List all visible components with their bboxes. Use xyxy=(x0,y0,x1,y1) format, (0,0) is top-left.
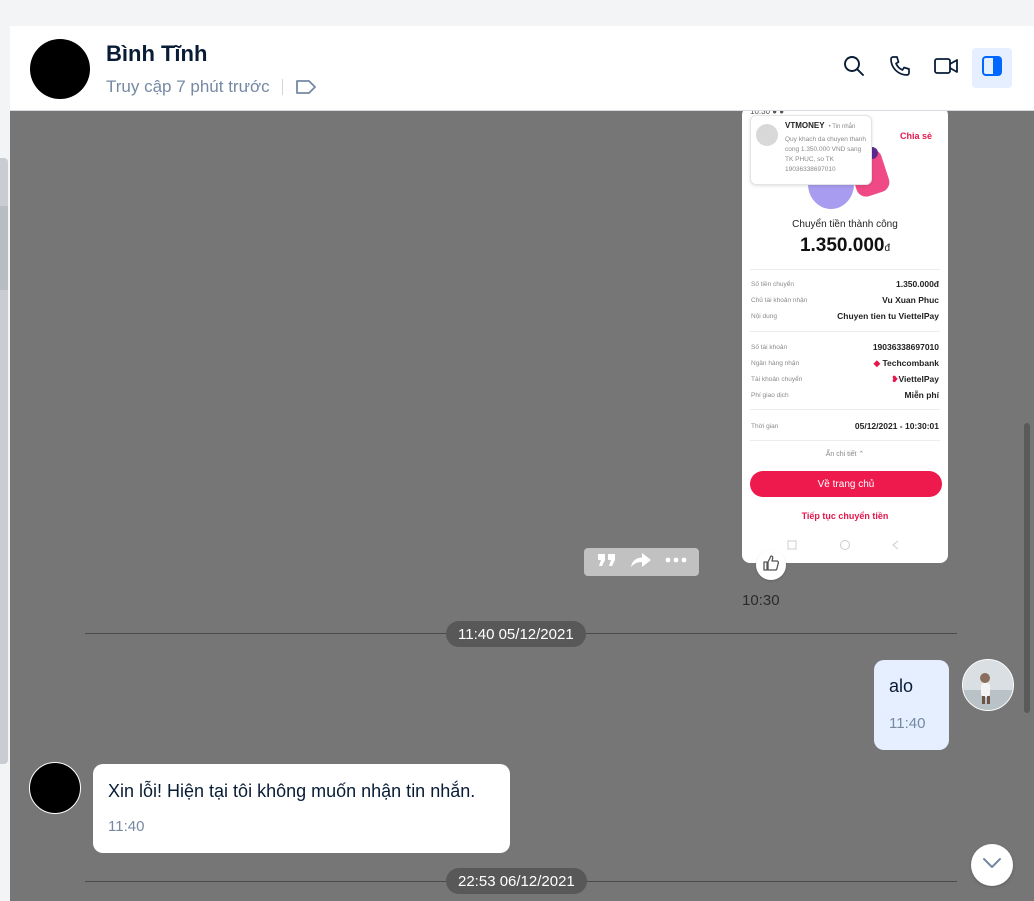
success-title: Chuyển tiền thành công xyxy=(792,219,898,230)
more-options-icon[interactable] xyxy=(665,551,687,574)
window-top-strip xyxy=(0,0,1034,26)
video-call-button[interactable] xyxy=(926,48,966,88)
receipt-divider xyxy=(750,331,940,332)
techcombank-value: ◆ Techcombank xyxy=(873,358,939,368)
their-message-bubble[interactable]: Xin lỗi! Hiện tại tôi không muốn nhận ti… xyxy=(93,764,510,853)
quote-reply-icon[interactable] xyxy=(596,551,618,574)
date-divider-1: 11:40 05/12/2021 xyxy=(446,621,586,647)
thumbs-up-icon xyxy=(762,554,780,577)
sidebar-toggle-icon xyxy=(980,54,1004,83)
header-actions xyxy=(828,48,1012,88)
chevron-down-icon xyxy=(982,856,1002,874)
receipt-row: Tài khoản chuyển ❥ViettelPay xyxy=(751,374,939,384)
status-separator xyxy=(281,79,283,95)
receipt-divider xyxy=(750,440,940,441)
home-button-in-image: Về trang chủ xyxy=(750,471,942,497)
receipt-row: Số tài khoản 19036338697010 xyxy=(751,342,939,352)
message-time: 11:40 xyxy=(889,715,926,732)
hide-details-link: Ẩn chi tiết ⌃ xyxy=(825,451,865,458)
date-divider-2: 22:53 06/12/2021 xyxy=(446,868,587,894)
search-button[interactable] xyxy=(834,48,874,88)
conversation-list-edge xyxy=(0,26,9,901)
receipt-row: Số tiền chuyển 1.350.000đ xyxy=(751,279,939,289)
last-seen-text: Truy cập 7 phút trước xyxy=(106,77,270,96)
my-message-bubble[interactable]: alo 11:40 xyxy=(874,660,949,750)
video-call-icon xyxy=(933,55,959,82)
message-text: alo xyxy=(889,676,914,696)
left-scrollbar-thumb[interactable] xyxy=(0,206,8,290)
receipt-divider xyxy=(750,269,940,270)
contact-name[interactable]: Bình Tĩnh xyxy=(106,41,207,67)
push-notification: VTMONEY • Tin nhắn Quy khach da chuyen th… xyxy=(750,115,872,185)
image-message-time: 10:30 xyxy=(742,592,780,609)
contact-avatar[interactable] xyxy=(30,39,90,99)
notification-avatar-icon xyxy=(756,124,778,146)
image-message-transfer-receipt[interactable]: 10:30 ● ● VTMONEY • Tin nhắn Quy khach da… xyxy=(742,111,948,563)
message-hover-toolbar xyxy=(584,548,699,576)
viettelpay-value: ❥ViettelPay xyxy=(891,374,939,384)
contact-message-avatar[interactable] xyxy=(29,762,81,814)
voice-call-button[interactable] xyxy=(880,48,920,88)
conversation-info-toggle[interactable] xyxy=(972,48,1012,88)
receipt-divider xyxy=(750,409,940,410)
continue-transfer-link: Tiếp tục chuyển tiền xyxy=(801,511,889,521)
message-list[interactable]: 10:30 ● ● VTMONEY • Tin nhắn Quy khach da… xyxy=(10,111,1034,901)
scroll-to-bottom-button[interactable] xyxy=(971,844,1013,886)
notification-text: Quy khach da chuyen thanh cong 1.350.000… xyxy=(785,136,866,173)
forward-icon[interactable] xyxy=(630,551,652,574)
chat-header: Bình Tĩnh Truy cập 7 phút trước xyxy=(10,26,1034,111)
search-icon xyxy=(842,54,866,83)
like-reaction-button[interactable] xyxy=(756,550,786,580)
receipt-row: Thời gian 05/12/2021 - 10:30:01 xyxy=(751,421,939,431)
receipt-row: Phí giao dịch Miễn phí xyxy=(751,390,939,400)
message-time: 11:40 xyxy=(108,818,145,835)
message-text: Xin lỗi! Hiện tại tôi không muốn nhận ti… xyxy=(108,781,476,801)
phone-icon xyxy=(888,54,912,83)
transfer-amount: 1.350.000đ xyxy=(799,235,891,256)
receipt-row: Nội dung Chuyen tien tu ViettelPay xyxy=(751,311,939,321)
receipt-row: Chủ tài khoản nhận Vu Xuan Phuc xyxy=(751,295,939,305)
receipt-row: Ngân hàng nhận ◆ Techcombank xyxy=(751,358,939,368)
contact-status: Truy cập 7 phút trước xyxy=(106,77,317,97)
label-tag-icon[interactable] xyxy=(295,79,317,95)
share-link: Chia sẻ xyxy=(899,131,932,141)
my-avatar[interactable] xyxy=(962,659,1014,711)
chat-scrollbar[interactable] xyxy=(1024,423,1030,713)
notification-title: VTMONEY • Tin nhắn xyxy=(785,121,856,130)
